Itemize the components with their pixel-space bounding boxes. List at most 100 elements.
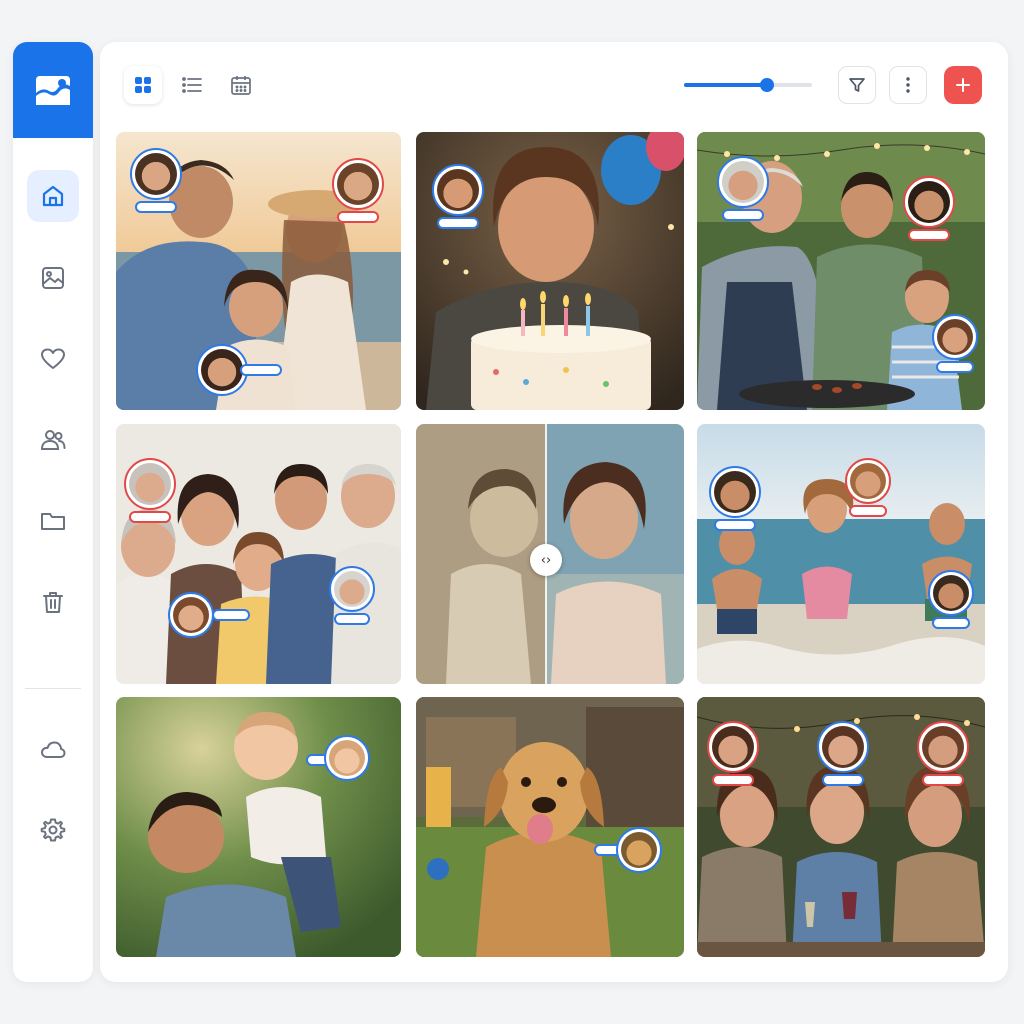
face-thumbnail-ring <box>817 721 869 773</box>
face-thumbnail <box>329 740 365 776</box>
calendar-view-button[interactable] <box>222 66 260 104</box>
face-thumbnail-ring <box>709 466 761 518</box>
face-name-label[interactable] <box>437 217 479 229</box>
more-vertical-icon <box>906 77 910 93</box>
face-tag[interactable] <box>306 735 376 781</box>
face-tag[interactable] <box>707 466 763 531</box>
face-tag[interactable] <box>915 721 971 786</box>
photo-tile[interactable] <box>697 424 985 684</box>
face-thumbnail-ring <box>717 156 769 208</box>
sidebar <box>13 42 93 982</box>
face-name-label[interactable] <box>849 505 887 517</box>
sidebar-item-home[interactable] <box>27 170 79 222</box>
face-thumbnail-ring <box>932 314 978 360</box>
heart-icon <box>41 348 65 369</box>
compare-slider-handle[interactable]: ‹› <box>530 544 562 576</box>
more-options-button[interactable] <box>889 66 927 104</box>
face-name-label[interactable] <box>240 364 282 376</box>
face-tag[interactable] <box>196 344 296 396</box>
face-thumbnail-ring <box>903 176 955 228</box>
face-thumbnail-ring <box>432 164 484 216</box>
face-tag[interactable] <box>330 158 386 223</box>
gear-icon <box>40 818 66 842</box>
face-tag[interactable] <box>324 566 380 625</box>
face-name-label[interactable] <box>922 774 964 786</box>
main-panel: ‹› <box>100 42 1008 982</box>
sidebar-item-people[interactable] <box>27 414 79 466</box>
face-thumbnail <box>908 181 950 223</box>
face-thumbnail <box>334 571 370 607</box>
face-name-label[interactable] <box>714 519 756 531</box>
face-thumbnail-ring <box>845 458 891 504</box>
face-thumbnail-ring <box>124 458 176 510</box>
face-name-label[interactable] <box>337 211 379 223</box>
sidebar-item-favorites[interactable] <box>27 333 79 385</box>
face-thumbnail <box>714 471 756 513</box>
slider-thumb[interactable] <box>760 78 775 92</box>
face-thumbnail-ring <box>332 158 384 210</box>
face-thumbnail <box>337 163 379 205</box>
sidebar-divider <box>25 688 81 689</box>
face-name-label[interactable] <box>712 774 754 786</box>
filter-icon <box>849 78 865 92</box>
thumbnail-size-slider[interactable] <box>684 78 812 92</box>
photo-tile[interactable] <box>116 132 401 410</box>
grid-view-button[interactable] <box>124 66 162 104</box>
list-view-icon <box>182 77 202 93</box>
photo-tile[interactable]: ‹› <box>416 424 684 684</box>
face-thumbnail <box>922 726 964 768</box>
face-tag[interactable] <box>128 148 184 213</box>
sidebar-item-settings[interactable] <box>27 804 79 856</box>
sidebar-item-photos[interactable] <box>27 252 79 304</box>
add-button[interactable] <box>944 66 982 104</box>
face-tag[interactable] <box>923 570 979 629</box>
plus-icon <box>956 78 970 92</box>
face-tag[interactable] <box>927 314 983 373</box>
photo-tile[interactable] <box>697 132 985 410</box>
face-tag[interactable] <box>815 721 871 786</box>
face-name-label[interactable] <box>822 774 864 786</box>
face-thumbnail-ring <box>707 721 759 773</box>
face-thumbnail <box>621 832 657 868</box>
face-thumbnail-ring <box>324 735 370 781</box>
folder-icon <box>41 513 65 530</box>
face-tag[interactable] <box>840 458 896 517</box>
face-name-label[interactable] <box>936 361 974 373</box>
image-icon <box>42 267 64 289</box>
photo-tile[interactable] <box>116 697 401 957</box>
face-name-label[interactable] <box>722 209 764 221</box>
face-thumbnail <box>850 463 886 499</box>
photo-tile[interactable] <box>697 697 985 957</box>
photo-tile[interactable] <box>416 132 684 410</box>
photo-tile[interactable] <box>116 424 401 684</box>
face-tag[interactable] <box>705 721 761 786</box>
sidebar-item-trash[interactable] <box>27 576 79 628</box>
sidebar-item-cloud[interactable] <box>27 724 79 776</box>
face-thumbnail <box>129 463 171 505</box>
face-name-label[interactable] <box>908 229 950 241</box>
face-thumbnail-ring <box>130 148 182 200</box>
list-view-button[interactable] <box>173 66 211 104</box>
face-name-label[interactable] <box>129 511 171 523</box>
grid-view-icon <box>135 77 151 93</box>
people-icon <box>40 430 66 450</box>
home-icon <box>42 185 64 207</box>
face-thumbnail-ring <box>168 592 214 638</box>
filter-button[interactable] <box>838 66 876 104</box>
face-tag[interactable] <box>594 827 678 873</box>
face-tag[interactable] <box>122 458 178 523</box>
face-tag[interactable] <box>715 156 771 221</box>
face-thumbnail-ring <box>329 566 375 612</box>
face-tag[interactable] <box>901 176 957 241</box>
face-tag[interactable] <box>168 592 268 638</box>
face-tag[interactable] <box>430 164 486 229</box>
face-thumbnail <box>822 726 864 768</box>
face-name-label[interactable] <box>135 201 177 213</box>
face-name-label[interactable] <box>932 617 970 629</box>
face-name-label[interactable] <box>334 613 370 625</box>
app-logo[interactable] <box>13 42 93 138</box>
photo-tile[interactable] <box>416 697 684 957</box>
face-name-label[interactable] <box>212 609 250 621</box>
sidebar-item-albums[interactable] <box>27 495 79 547</box>
face-thumbnail-ring <box>928 570 974 616</box>
